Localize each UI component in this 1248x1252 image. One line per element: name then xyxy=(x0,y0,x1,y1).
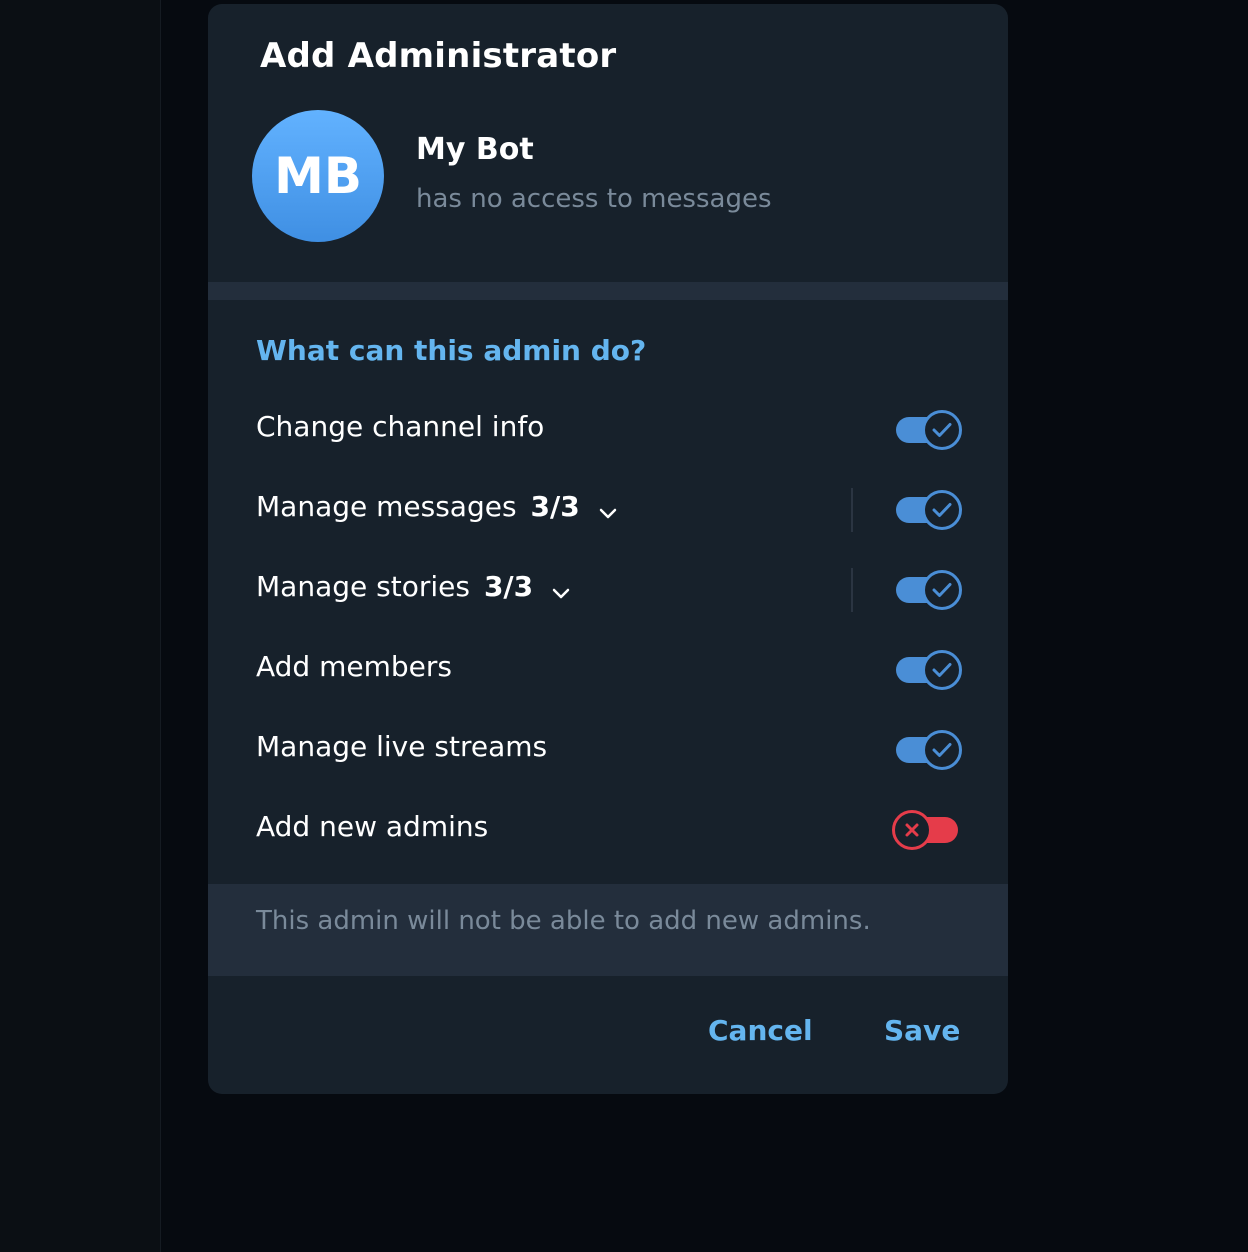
permission-label: Manage messages 3/3 xyxy=(256,490,618,523)
check-icon xyxy=(922,730,962,770)
permission-toggle-manage-stories[interactable] xyxy=(894,570,962,610)
permissions-section-title: What can this admin do? xyxy=(256,334,647,367)
save-button[interactable]: Save xyxy=(884,1014,960,1047)
check-icon xyxy=(922,490,962,530)
permission-row-add-members[interactable]: Add members xyxy=(208,630,1008,710)
permission-row-add-new-admins[interactable]: Add new admins xyxy=(208,790,1008,870)
permission-label-text: Manage live streams xyxy=(256,730,548,763)
vertical-separator xyxy=(851,568,853,612)
permission-label-text: Change channel info xyxy=(256,410,545,443)
permission-label-text: Manage stories xyxy=(256,570,470,603)
permission-toggle-manage-live-streams[interactable] xyxy=(894,730,962,770)
permission-label: Manage live streams xyxy=(256,730,547,763)
user-status: has no access to messages xyxy=(416,184,772,214)
chevron-down-icon[interactable] xyxy=(598,497,618,518)
background-right-panel xyxy=(1018,0,1248,1252)
permission-toggle-add-members[interactable] xyxy=(894,650,962,690)
permission-row-change-channel-info[interactable]: Change channel info xyxy=(208,390,1008,470)
permission-row-manage-messages[interactable]: Manage messages 3/3 xyxy=(208,470,1008,550)
info-note: This admin will not be able to add new a… xyxy=(208,884,1008,976)
dialog-title: Add Administrator xyxy=(260,36,617,76)
permission-label: Add members xyxy=(256,650,452,683)
permission-count: 3/3 xyxy=(530,490,580,523)
permission-label-text: Add new admins xyxy=(256,810,489,843)
avatar-initials: MB xyxy=(274,147,362,205)
background-left-panel xyxy=(0,0,161,1252)
permission-label-text: Manage messages xyxy=(256,490,517,523)
vertical-separator xyxy=(851,488,853,532)
permission-label: Add new admins xyxy=(256,810,488,843)
permission-toggle-change-channel-info[interactable] xyxy=(894,410,962,450)
permission-row-manage-live-streams[interactable]: Manage live streams xyxy=(208,710,1008,790)
permission-row-manage-stories[interactable]: Manage stories 3/3 xyxy=(208,550,1008,630)
check-icon xyxy=(922,650,962,690)
info-note-text: This admin will not be able to add new a… xyxy=(256,906,871,936)
permission-label: Manage stories 3/3 xyxy=(256,570,571,603)
permission-toggle-add-new-admins[interactable] xyxy=(892,810,962,850)
add-administrator-dialog: Add Administrator MB My Bot has no acces… xyxy=(208,4,1008,1094)
check-icon xyxy=(922,410,962,450)
avatar: MB xyxy=(252,110,384,242)
permission-toggle-manage-messages[interactable] xyxy=(894,490,962,530)
chevron-down-icon[interactable] xyxy=(551,577,571,598)
permission-label: Change channel info xyxy=(256,410,544,443)
permission-count: 3/3 xyxy=(483,570,534,603)
cancel-button[interactable]: Cancel xyxy=(708,1014,813,1047)
user-name: My Bot xyxy=(416,132,534,167)
check-icon xyxy=(922,570,962,610)
close-icon xyxy=(892,810,932,850)
section-divider xyxy=(208,282,1008,300)
permission-label-text: Add members xyxy=(256,650,452,683)
